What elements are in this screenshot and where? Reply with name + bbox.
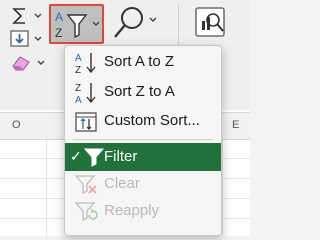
menu-item-label: Custom Sort... (104, 112, 200, 129)
eraser-dropdown-icon[interactable] (37, 60, 45, 66)
menu-item-reapply: Reapply (65, 197, 221, 225)
sort-and-filter-icon: A Z (55, 10, 88, 40)
sort-and-filter-dropdown-icon (92, 21, 100, 26)
sort-z-to-a-icon: Z A (75, 83, 96, 105)
menu-item-sort-a-to-z[interactable]: A Z Sort A to Z (65, 48, 221, 76)
menu-item-label: Filter (104, 148, 138, 165)
reapply-filter-icon (74, 202, 98, 222)
menu-item-clear: Clear (65, 170, 221, 198)
svg-text:A: A (75, 53, 82, 64)
analyze-data-icon[interactable] (194, 6, 228, 40)
find-and-select-dropdown-icon[interactable] (149, 17, 157, 23)
checkmark-icon: ✓ (70, 148, 82, 164)
autosum-dropdown-icon[interactable] (34, 13, 42, 19)
svg-text:Z: Z (75, 65, 81, 75)
svg-text:A: A (75, 95, 82, 105)
svg-text:Z: Z (75, 83, 81, 94)
find-and-select-icon[interactable] (112, 4, 148, 42)
autosum-icon[interactable] (10, 6, 30, 26)
menu-item-sort-z-to-a[interactable]: Z A Sort Z to A (65, 78, 221, 106)
filter-icon (83, 148, 105, 167)
column-header-letter[interactable]: E (232, 119, 239, 131)
svg-text:A: A (55, 10, 63, 24)
eraser-icon[interactable] (10, 55, 32, 71)
clear-filter-icon (74, 175, 97, 195)
sort-and-filter-button[interactable]: A Z (49, 4, 104, 44)
grid-line (222, 138, 223, 236)
grid-line (46, 138, 47, 236)
sort-a-to-z-icon: A Z (75, 53, 96, 75)
menu-item-label: Reapply (104, 202, 160, 219)
fill-icon[interactable] (10, 30, 30, 48)
menu-item-label: Sort A to Z (104, 53, 175, 70)
fill-dropdown-icon[interactable] (34, 36, 42, 42)
menu-item-label: Sort Z to A (104, 83, 175, 100)
custom-sort-icon (75, 112, 97, 132)
column-header-letter[interactable]: O (12, 119, 21, 131)
menu-separator (73, 139, 213, 140)
svg-text:Z: Z (55, 26, 62, 40)
menu-item-custom-sort[interactable]: Custom Sort... (65, 107, 221, 135)
sort-and-filter-menu: A Z Sort A to Z Z A Sort Z to A Custom S… (64, 45, 222, 236)
menu-item-label: Clear (104, 175, 140, 192)
menu-item-filter[interactable]: ✓ Filter (65, 143, 221, 171)
